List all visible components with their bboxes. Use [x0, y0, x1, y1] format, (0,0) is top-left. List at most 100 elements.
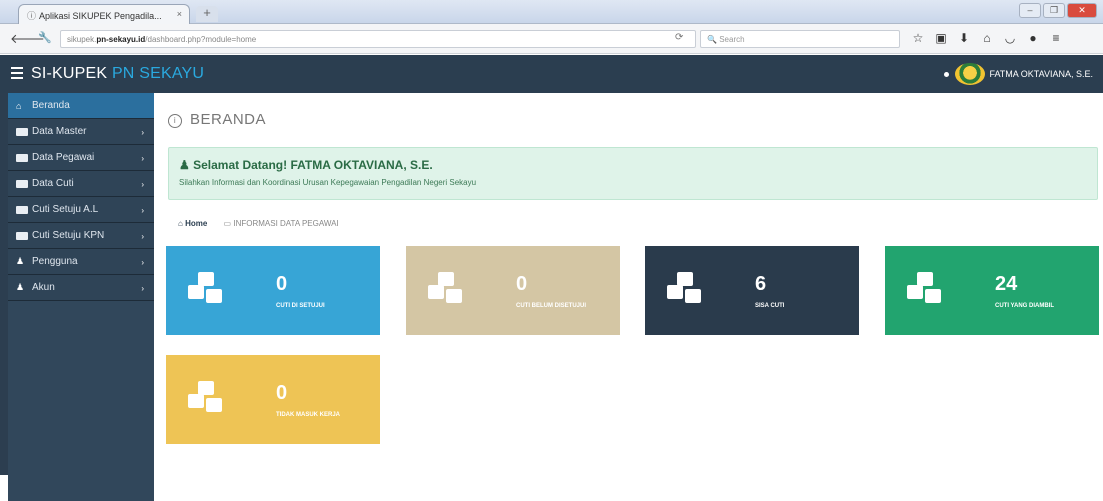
sidebar-item-pengguna[interactable]: ♟ Pengguna › — [8, 249, 154, 275]
home-icon[interactable]: ⌂ — [981, 31, 993, 45]
download-icon[interactable]: ⬇ — [958, 31, 970, 45]
chevron-right-icon: › — [141, 180, 144, 189]
home-icon: ⌂ — [178, 219, 183, 228]
window-controls: – ❐ ✕ — [1019, 3, 1097, 18]
user-icon: ♟ — [179, 158, 190, 172]
page-info-icon: ⓘ — [27, 11, 37, 21]
chevron-right-icon: › — [141, 154, 144, 163]
avatar — [955, 63, 986, 85]
page-title: i BERANDA — [168, 111, 266, 128]
stat-value: 0 — [276, 382, 288, 404]
home-icon: ⌂ — [16, 100, 22, 111]
chevron-right-icon: › — [141, 128, 144, 137]
card-icon — [16, 205, 28, 214]
info-icon: i — [168, 114, 182, 128]
card-icon — [16, 153, 28, 162]
sidebar-item-data-cuti[interactable]: Data Cuti › — [8, 171, 154, 197]
stat-tidak-masuk-kerja[interactable]: 0 TIDAK MASUK KERJA — [166, 355, 380, 444]
stat-sisa-cuti[interactable]: 6 SISA CUTI — [645, 246, 859, 335]
new-tab-button[interactable]: + — [196, 6, 218, 22]
pocket-icon[interactable]: ◡ — [1004, 31, 1016, 45]
monitor-icon: ▭ — [223, 219, 232, 228]
tab-title: Aplikasi SIKUPEK Pengadila... — [39, 11, 162, 21]
cubes-icon — [903, 272, 947, 306]
stat-value: 0 — [276, 273, 288, 295]
sidebar-item-akun[interactable]: ♟ Akun › — [8, 275, 154, 301]
cubes-icon — [184, 381, 228, 415]
sidebar-item-label: Pengguna — [32, 256, 78, 267]
toolbar-icons: ☆ ▣ ⬇ ⌂ ◡ ● ≡ — [912, 31, 1062, 45]
app-brand[interactable]: SI-KUPEK PN SEKAYU — [31, 65, 204, 83]
stat-cuti-belum-disetujui[interactable]: 0 CUTI BELUM DISETUJUI — [406, 246, 620, 335]
search-box[interactable]: 🔍 Search — [700, 30, 900, 48]
browser-window: ⓘ Aplikasi SIKUPEK Pengadila... × + – ❐ … — [0, 0, 1103, 501]
url-path: /dashboard.php?module=home — [145, 35, 257, 44]
card-icon — [16, 179, 28, 188]
stat-label: CUTI BELUM DISETUJUI — [516, 303, 587, 309]
search-icon: 🔍 — [707, 35, 717, 44]
stat-label: CUTI YANG DIAMBIL — [995, 303, 1055, 309]
sidebar-item-data-master[interactable]: Data Master › — [8, 119, 154, 145]
cubes-icon — [184, 272, 228, 306]
breadcrumb-current: ▭ INFORMASI DATA PEGAWAI — [223, 219, 339, 228]
sidebar-item-label: Data Cuti — [32, 178, 74, 189]
tab-bar: ⓘ Aplikasi SIKUPEK Pengadila... × + – ❐ … — [0, 0, 1103, 24]
minimize-button[interactable]: – — [1019, 3, 1041, 18]
wrench-icon[interactable]: 🔧 — [38, 31, 52, 44]
app-header: SI-KUPEK PN SEKAYU FATMA OKTAVIANA, S.E. — [0, 55, 1103, 93]
url-domain: pn-sekayu.id — [96, 35, 146, 44]
stat-cuti-disetujui[interactable]: 0 CUTI DI SETUJUI — [166, 246, 380, 335]
cubes-icon — [424, 272, 468, 306]
address-bar[interactable]: sikupek.pn-sekayu.id/dashboard.php?modul… — [60, 30, 696, 48]
sidebar-item-label: Cuti Setuju A.L — [32, 204, 99, 215]
sidebar: ⌂ Beranda Data Master › Data Pegawai › D… — [0, 93, 154, 501]
star-icon[interactable]: ☆ — [912, 31, 924, 45]
stat-cuti-yang-diambil[interactable]: 24 CUTI YANG DIAMBIL — [885, 246, 1099, 335]
maximize-button[interactable]: ❐ — [1043, 3, 1065, 18]
card-icon — [16, 231, 28, 240]
reload-icon[interactable]: ⟳ — [675, 32, 683, 43]
close-window-button[interactable]: ✕ — [1067, 3, 1097, 18]
breadcrumb-home[interactable]: ⌂ Home — [178, 219, 207, 228]
browser-tab[interactable]: ⓘ Aplikasi SIKUPEK Pengadila... × — [18, 4, 190, 24]
chevron-right-icon: › — [141, 232, 144, 241]
tab-close-button[interactable]: × — [177, 9, 182, 19]
sidebar-item-label: Beranda — [32, 100, 70, 111]
sidebar-item-label: Data Master — [32, 126, 87, 137]
sidebar-filler — [8, 301, 154, 501]
stat-value: 6 — [755, 273, 767, 295]
chevron-right-icon: › — [141, 284, 144, 293]
user-icon: ♟ — [16, 256, 25, 266]
hamburger-menu-icon[interactable] — [11, 67, 23, 82]
sidebar-item-label: Data Pegawai — [32, 152, 95, 163]
sidebar-item-beranda[interactable]: ⌂ Beranda — [8, 93, 154, 119]
welcome-text: Silahkan Informasi dan Koordinasi Urusan… — [179, 178, 477, 187]
page-title-text: BERANDA — [190, 111, 267, 128]
menu-icon[interactable]: ≡ — [1050, 31, 1062, 45]
stat-label: SISA CUTI — [755, 303, 785, 309]
stat-label: TIDAK MASUK KERJA — [276, 412, 341, 418]
url-prefix: sikupek. — [67, 35, 97, 44]
sidebar-item-cuti-setuju-al[interactable]: Cuti Setuju A.L › — [8, 197, 154, 223]
stat-value: 24 — [995, 273, 1018, 295]
sidebar-item-data-pegawai[interactable]: Data Pegawai › — [8, 145, 154, 171]
chevron-right-icon: › — [141, 206, 144, 215]
card-icon — [16, 127, 28, 136]
sidebar-item-label: Akun — [32, 282, 55, 293]
navigation-bar: 🡐 🔧 sikupek.pn-sekayu.id/dashboard.php?m… — [0, 24, 1103, 54]
search-placeholder: Search — [719, 35, 745, 44]
user-name: FATMA OKTAVIANA, S.E. — [989, 69, 1093, 79]
user-icon: ♟ — [16, 282, 25, 292]
chevron-right-icon: › — [141, 258, 144, 267]
user-menu[interactable]: FATMA OKTAVIANA, S.E. — [944, 63, 1093, 85]
main-content: i BERANDA ♟ Selamat Datang! FATMA OKTAVIA… — [154, 93, 1103, 475]
chat-icon[interactable]: ● — [1027, 31, 1039, 45]
breadcrumb: ⌂ Home ▭ INFORMASI DATA PEGAWAI — [178, 219, 339, 228]
clipboard-icon[interactable]: ▣ — [935, 31, 947, 45]
brand-highlight: PN SEKAYU — [111, 65, 205, 82]
stat-value: 0 — [516, 273, 528, 295]
status-dot-icon — [944, 71, 950, 77]
stat-label: CUTI DI SETUJUI — [276, 303, 325, 309]
sidebar-item-cuti-setuju-kpn[interactable]: Cuti Setuju KPN › — [8, 223, 154, 249]
brand-prefix: SI-KUPEK — [31, 65, 112, 82]
